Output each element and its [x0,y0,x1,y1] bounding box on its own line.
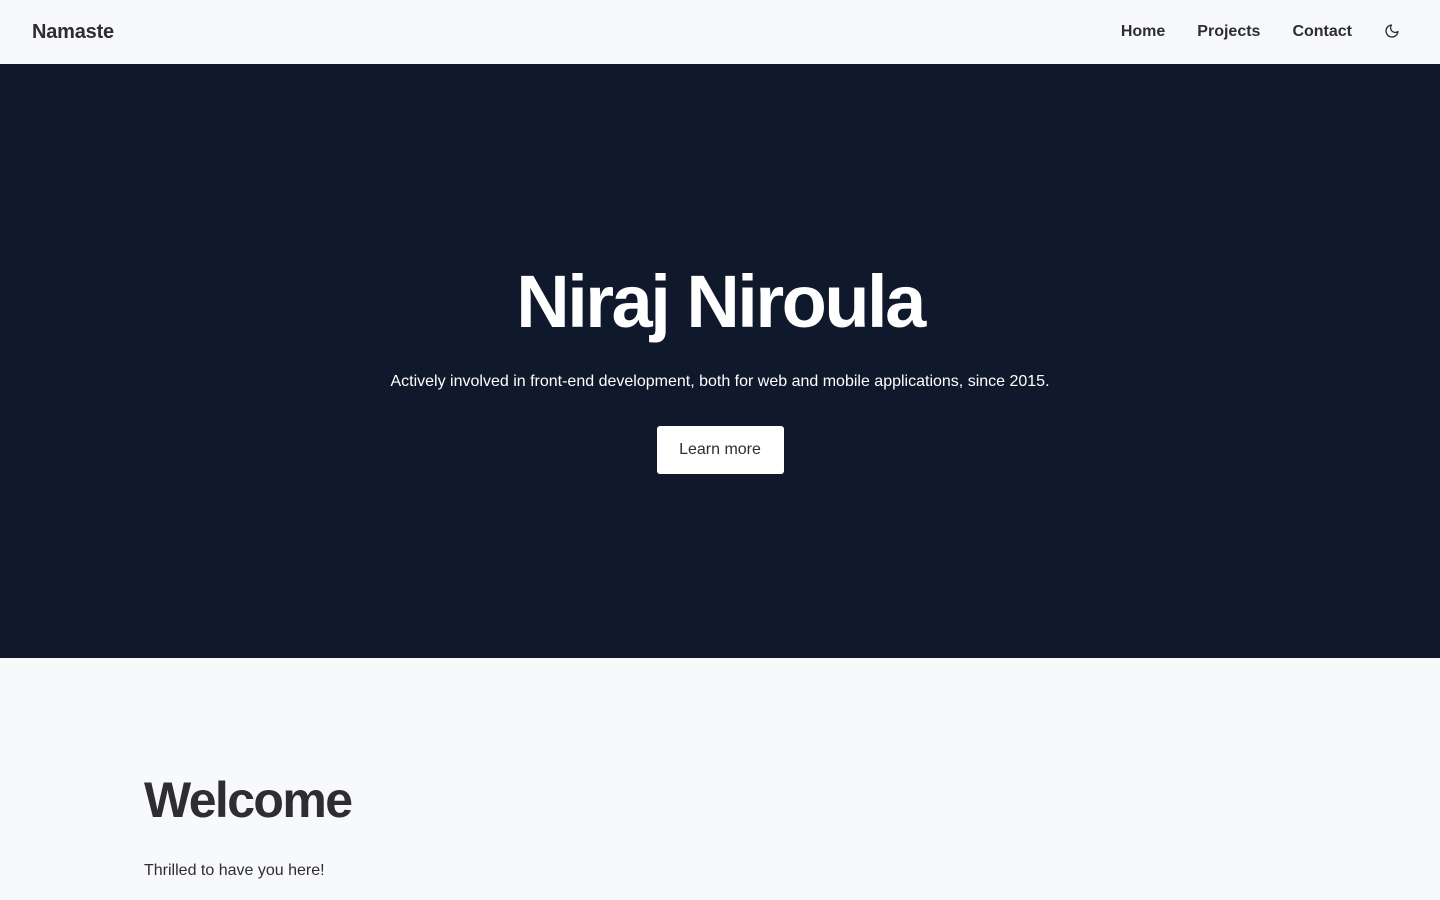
moon-icon [1384,23,1400,42]
nav-link-projects[interactable]: Projects [1197,23,1260,41]
welcome-section: Welcome Thrilled to have you here! [0,658,1440,900]
navbar: Namaste Home Projects Contact [0,0,1440,64]
brand-logo-link[interactable]: Namaste [32,21,114,44]
learn-more-button[interactable]: Learn more [656,426,784,474]
nav-link-contact[interactable]: Contact [1292,23,1352,41]
main-nav: Home Projects Contact [1121,0,1408,64]
hero-title: Niraj Niroula [516,260,926,343]
welcome-title: Welcome [144,772,353,828]
hero-section: Niraj Niroula Actively involved in front… [0,64,1440,658]
welcome-text: Thrilled to have you here! [144,862,325,879]
nav-link-home[interactable]: Home [1121,23,1165,41]
theme-toggle-button[interactable] [1376,16,1408,48]
hero-subtitle: Actively involved in front-end developme… [390,373,1050,390]
